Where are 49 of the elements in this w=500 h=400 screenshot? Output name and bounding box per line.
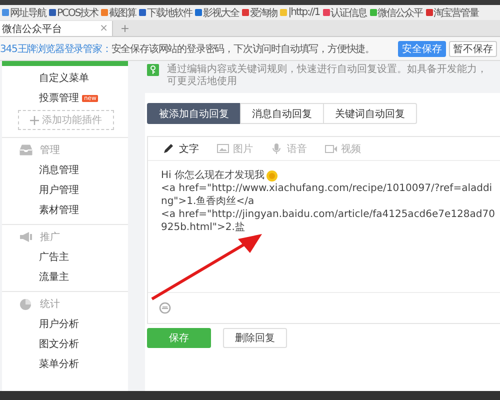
key-icon bbox=[147, 64, 159, 76]
message-text: <a href="http://www.xiachufang.com/recipe/1010097/?ref=aladding">1.鱼香肉丝</a bbox=[161, 182, 494, 208]
editor-tool-tab[interactable]: 文字 bbox=[163, 142, 199, 156]
message-text: <a href="http://jingyan.baidu.com/article/fa4125acd6e7e128ad70925b.html">2.盐 bbox=[161, 208, 496, 234]
emoji-icon bbox=[266, 170, 278, 182]
password-manager-name: 345王牌浏览器登录管家： bbox=[0, 42, 112, 56]
bookmark-link[interactable]: 网址导航 bbox=[10, 6, 46, 20]
menu-item[interactable]: 消息管理 bbox=[39, 163, 79, 177]
delete-reply-button[interactable]: 删除回复 bbox=[223, 328, 287, 348]
tab-title: 微信公众平台 bbox=[2, 22, 62, 36]
menu-item[interactable]: 流量主 bbox=[39, 270, 69, 284]
dismiss-button[interactable]: 暂不保存 bbox=[449, 40, 497, 56]
section-heading: 管理 bbox=[40, 144, 60, 157]
bookmark-link[interactable]: |http://1 bbox=[288, 7, 320, 18]
bookmark-link[interactable]: 淘宝营管量 bbox=[434, 6, 479, 20]
menu-item[interactable]: 用户管理 bbox=[39, 183, 79, 197]
menu-item[interactable]: 素材管理 bbox=[39, 203, 79, 217]
image-icon bbox=[217, 142, 229, 154]
reply-tab[interactable]: 被添加自动回复 bbox=[147, 103, 241, 124]
bookmark-link[interactable]: 截图算 bbox=[109, 6, 136, 20]
menu-item[interactable]: 广告主 bbox=[39, 250, 69, 264]
menu-item[interactable]: 用户分析 bbox=[39, 317, 79, 331]
menu-item[interactable]: 投票管理 bbox=[39, 91, 79, 105]
password-save-message: 安全保存该网站的登录密码，下次访问时自动填写，方便快捷。 bbox=[111, 42, 374, 56]
smiley-icon bbox=[159, 302, 171, 314]
message-text: Hi 你怎么现在才发现我 bbox=[161, 169, 264, 182]
bookmark-link[interactable]: 认证信息 bbox=[330, 6, 367, 20]
browser-tab[interactable]: 微信公众平台 × bbox=[0, 21, 113, 36]
menu-item[interactable]: 菜单分析 bbox=[39, 357, 79, 371]
bookmark-link[interactable]: PCOS技术 bbox=[57, 6, 98, 20]
video-camera-icon bbox=[325, 142, 337, 154]
message-editor[interactable]: 文字 图片 语音 视频 Hi 你怎么现在才发现我 <a href="http://www.xiachufang.com/recipe/1010097/?ref=aladding">1.鱼香肉丝</a <a href="http://jingyan.baidu.com/article/fa4125acd6e7e128ad70925b.html">2.盐 bbox=[147, 136, 500, 324]
microphone-icon bbox=[271, 142, 283, 154]
reply-tab[interactable]: 消息自动回复 bbox=[240, 103, 324, 124]
pie-chart-icon bbox=[19, 298, 33, 310]
plus-icon bbox=[30, 116, 39, 124]
megaphone-icon bbox=[19, 231, 33, 243]
menu-item[interactable]: 图文分析 bbox=[39, 337, 79, 351]
bookmark-link[interactable]: 爱淘物 bbox=[250, 6, 278, 20]
pencil-icon bbox=[163, 142, 175, 154]
reply-tab[interactable]: 关键词自动回复 bbox=[323, 103, 417, 124]
menu-item[interactable]: 自定义菜单 bbox=[39, 71, 89, 85]
inbox-icon bbox=[19, 144, 33, 156]
section-heading: 统计 bbox=[40, 298, 60, 311]
notice-text: 通过编辑内容或关键词规则，快速进行自动回复设置。如具备开发能力，可更灵活地使用 bbox=[167, 64, 488, 88]
section-heading: 推广 bbox=[40, 230, 60, 244]
bookmark-link[interactable]: 微信公众平 bbox=[378, 6, 423, 20]
bookmark-link[interactable]: 下载地软件 bbox=[147, 6, 192, 20]
bookmark-link[interactable]: 影视大全 bbox=[203, 6, 240, 20]
